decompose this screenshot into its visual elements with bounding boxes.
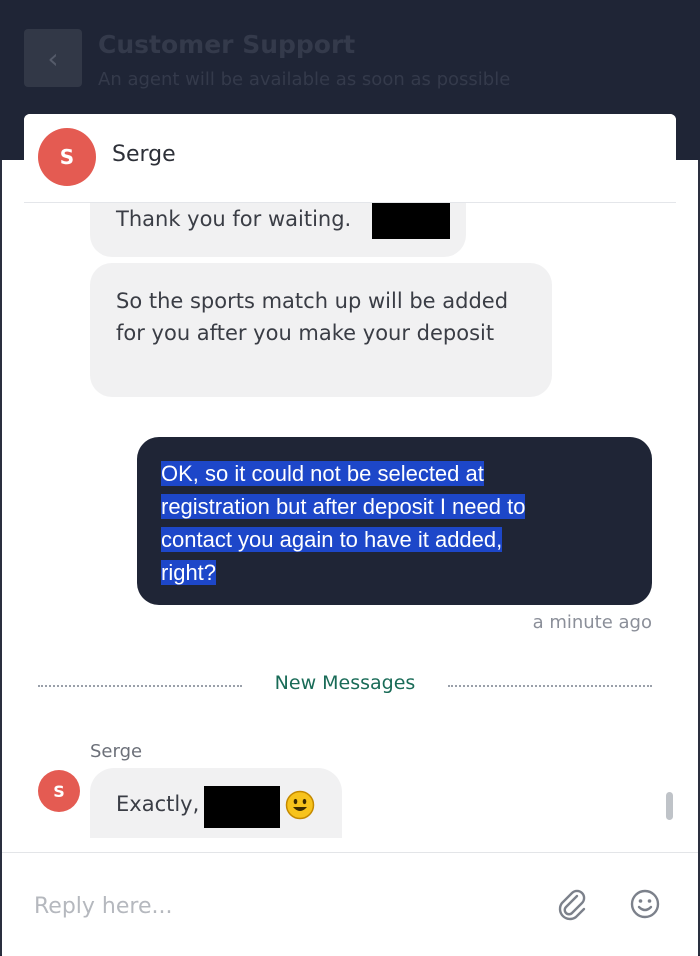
chevron-left-icon: ‹ — [47, 41, 59, 75]
redaction-block — [372, 203, 450, 239]
own-line-3: contact you again to have it added, — [161, 527, 503, 552]
reply-bar — [2, 852, 698, 956]
redaction-block — [204, 786, 280, 828]
reply-input[interactable] — [32, 887, 486, 925]
new-messages-divider: New Messages — [38, 672, 652, 702]
message-text: So the sports match up will be added for… — [116, 289, 509, 345]
header-title: Customer Support — [98, 30, 356, 59]
own-message-text: OK, so it could not be selected at regis… — [161, 457, 632, 589]
own-message: OK, so it could not be selected at regis… — [137, 437, 652, 605]
back-button[interactable]: ‹ — [24, 29, 82, 87]
own-line-2: registration but after deposit I need to — [161, 494, 526, 519]
message-text: Exactly, — [116, 792, 200, 816]
agent-bar: S Serge — [24, 114, 676, 203]
message-timestamp: a minute ago — [532, 612, 652, 633]
agent-name: Serge — [112, 142, 176, 167]
divider-line-right — [448, 685, 652, 687]
own-line-4: right? — [161, 560, 217, 585]
grinning-emoji-icon — [285, 790, 315, 820]
smiley-icon[interactable] — [628, 887, 662, 921]
sender-name: Serge — [90, 741, 143, 762]
scrollbar-thumb[interactable] — [666, 792, 673, 820]
agent-avatar: S — [38, 128, 96, 186]
own-line-1: OK, so it could not be selected at — [161, 461, 484, 486]
message-text: Thank you for waiting. — [116, 207, 352, 231]
paperclip-icon[interactable] — [555, 887, 589, 923]
agent-message-2: So the sports match up will be added for… — [90, 263, 552, 397]
new-messages-label: New Messages — [274, 672, 416, 694]
header-subtitle: An agent will be available as soon as po… — [98, 69, 511, 90]
panel-border-left — [0, 160, 2, 955]
agent-avatar-small: S — [38, 770, 80, 812]
